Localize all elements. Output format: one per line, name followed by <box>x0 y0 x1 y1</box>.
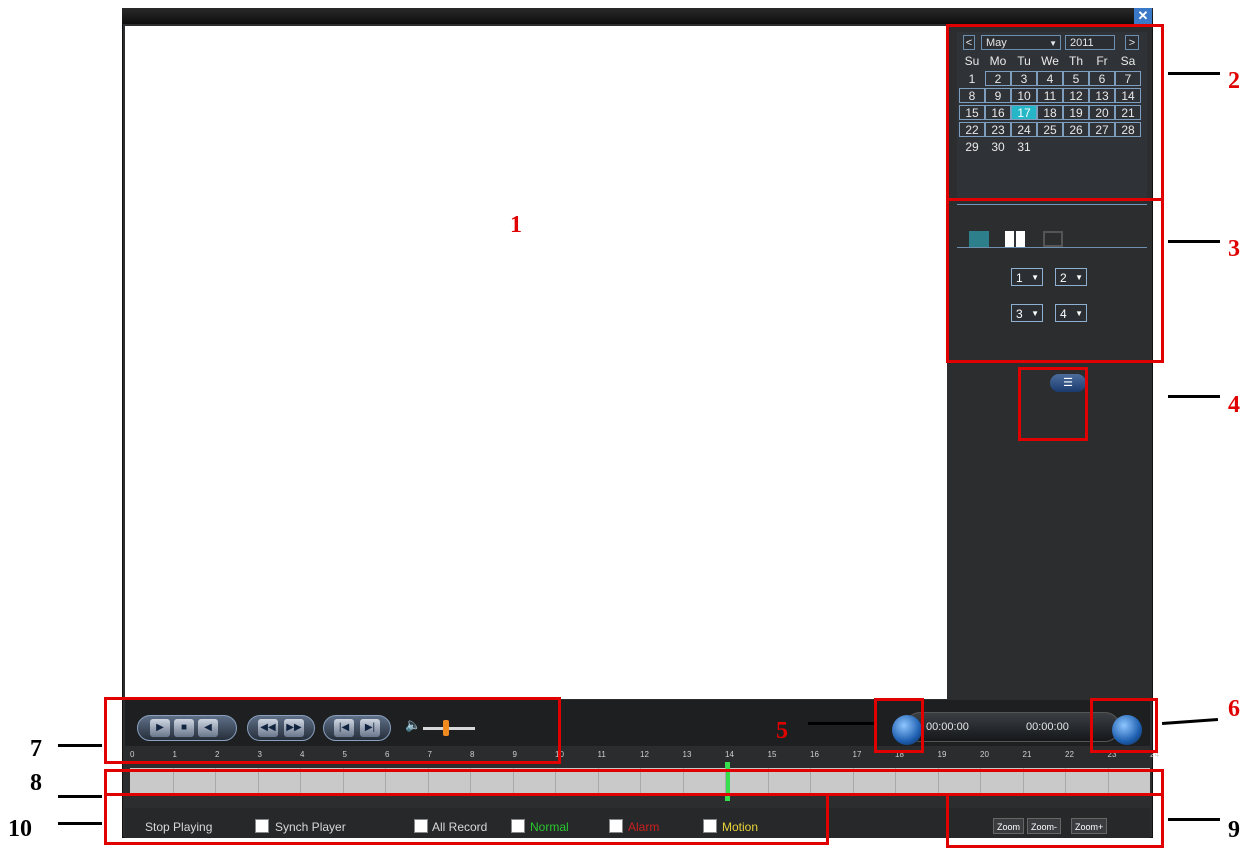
timeline-hour-label: 16 <box>810 750 819 759</box>
timeline-hour-label: 17 <box>852 750 862 759</box>
close-icon[interactable]: ✕ <box>1134 8 1152 24</box>
timeline-hour-label: 21 <box>1022 750 1032 759</box>
leader-line-6 <box>1161 718 1219 725</box>
callout-2: 2 <box>1228 68 1240 94</box>
leader-line-4 <box>1168 395 1220 398</box>
callout-9: 9 <box>1228 817 1240 843</box>
leader-line-7 <box>58 744 102 747</box>
leader-line-8 <box>58 795 102 798</box>
timeline-hour-label: 15 <box>767 750 777 759</box>
callout-box-7 <box>104 697 561 764</box>
title-bar <box>122 8 1153 24</box>
callout-box-10 <box>104 793 829 845</box>
leader-line-2 <box>1168 72 1220 75</box>
callout-8: 8 <box>30 770 42 796</box>
callout-box-6 <box>1090 698 1158 753</box>
callout-7: 7 <box>30 736 42 762</box>
callout-6: 6 <box>1228 696 1240 722</box>
timeline-hour-label: 20 <box>980 750 989 759</box>
callout-box-4 <box>1018 367 1088 441</box>
callout-1: 1 <box>510 212 522 238</box>
callout-3: 3 <box>1228 236 1240 262</box>
leader-line-9 <box>1168 818 1220 821</box>
callout-box-5 <box>874 698 924 753</box>
callout-10: 10 <box>8 816 32 842</box>
start-time[interactable]: 00:00:00 <box>926 721 969 733</box>
timeline-hour-label: 14 <box>725 750 734 759</box>
callout-box-2 <box>946 24 1164 201</box>
timeline-hour-label: 19 <box>937 750 947 759</box>
leader-line-3 <box>1168 240 1220 243</box>
leader-line-5 <box>808 722 874 725</box>
timeline-hour-label: 13 <box>682 750 692 759</box>
time-range-box: 00:00:00 00:00:00 <box>905 712 1120 742</box>
timeline-hour-label: 22 <box>1065 750 1074 759</box>
callout-box-9 <box>946 793 1164 848</box>
callout-box-3 <box>946 198 1164 363</box>
video-display-area <box>125 26 947 699</box>
timeline-hour-label: 12 <box>640 750 649 759</box>
callout-4: 4 <box>1228 392 1240 418</box>
timeline-hour-label: 11 <box>597 750 606 759</box>
end-time[interactable]: 00:00:00 <box>1026 721 1069 733</box>
callout-box-8 <box>104 769 1164 796</box>
leader-line-10 <box>58 822 102 825</box>
callout-5: 5 <box>776 718 788 744</box>
